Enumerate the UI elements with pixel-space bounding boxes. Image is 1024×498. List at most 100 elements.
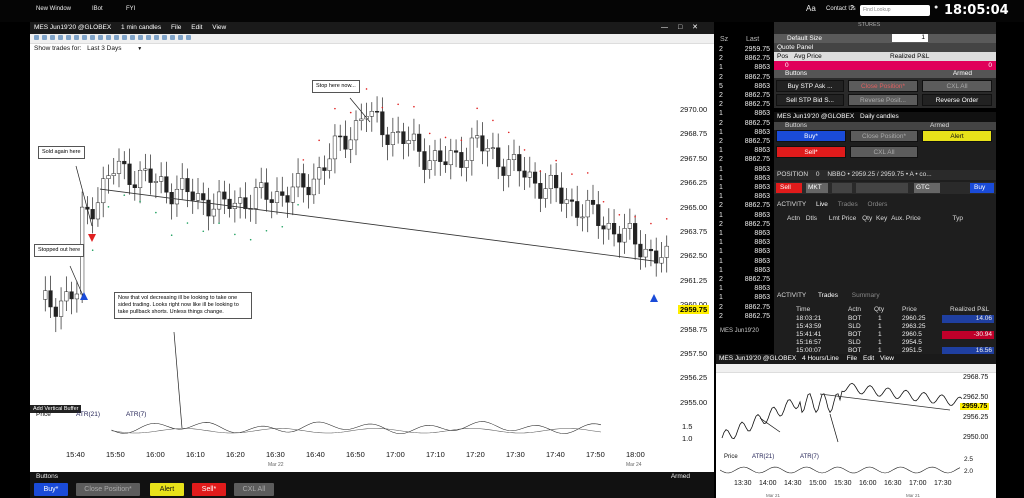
ladder-row[interactable]: 1 8863: [716, 212, 772, 221]
buy-stp-ask-button[interactable]: Buy STP Ask ...: [776, 80, 844, 92]
ladder-row[interactable]: 2 8862.75: [716, 55, 772, 64]
font-size-icon[interactable]: Aa: [806, 4, 816, 13]
text-tool-icon[interactable]: [66, 35, 71, 40]
interval-selector[interactable]: 1 min candles: [121, 24, 161, 31]
menu-view[interactable]: View: [880, 355, 894, 362]
tab-trades[interactable]: Trades: [818, 292, 838, 299]
trade-row[interactable]: 18:03:21 BOT 1 2960.25 14.06: [774, 315, 996, 323]
close-position-button[interactable]: Close Position*: [848, 80, 918, 92]
ladder-row[interactable]: 1 8863: [716, 147, 772, 156]
contract-title[interactable]: MES Jun19'20 @GLOBEX: [719, 355, 796, 362]
fib-tool-icon[interactable]: [82, 35, 87, 40]
ladder-row[interactable]: 1 8863: [716, 175, 772, 184]
cancel-all-button[interactable]: CXL All: [850, 146, 918, 158]
ladder-row[interactable]: 1 8863: [716, 193, 772, 202]
sell-stp-bid-button[interactable]: Sell STP Bid S...: [776, 94, 844, 106]
ladder-row[interactable]: 1 8863: [716, 184, 772, 193]
annotation-stopped-out[interactable]: Stopped out here: [34, 244, 85, 257]
ladder-row[interactable]: 1 8863: [716, 267, 772, 276]
ladder-row[interactable]: 2 8862.75: [716, 74, 772, 83]
expand-icon[interactable]: [138, 35, 143, 40]
studies-icon[interactable]: [98, 35, 103, 40]
order-qty-input[interactable]: [832, 183, 852, 193]
reverse-order-button[interactable]: Reverse Order: [922, 94, 992, 106]
atr21-legend[interactable]: ATR(21): [76, 411, 100, 418]
tif-select[interactable]: GTC: [914, 183, 940, 193]
settings-icon[interactable]: [106, 35, 111, 40]
interval-selector[interactable]: Daily candles: [860, 113, 899, 120]
ladder-row[interactable]: 1 8863: [716, 285, 772, 294]
small-atr-chart[interactable]: [720, 462, 964, 478]
ladder-row[interactable]: 2 8862.75: [716, 92, 772, 101]
ladder-row[interactable]: 1 8863: [716, 230, 772, 239]
layout-icon[interactable]: [146, 35, 151, 40]
ladder-row[interactable]: 1 8863: [716, 64, 772, 73]
sell-button[interactable]: Sell*: [776, 146, 846, 158]
tab-orders[interactable]: Orders: [868, 201, 888, 208]
ladder-row[interactable]: 2 8862.75: [716, 101, 772, 110]
channel-tool-icon[interactable]: [90, 35, 95, 40]
small-atr7-legend[interactable]: ATR(7): [800, 454, 819, 460]
line-tool-icon[interactable]: [58, 35, 63, 40]
buy-button[interactable]: Buy*: [34, 483, 68, 496]
default-size-input[interactable]: 1: [892, 34, 928, 42]
refresh-icon[interactable]: [130, 35, 135, 40]
price-ladder[interactable]: Sz Last MES Jun19'20 2 2959.75 2 8862.75 1 88…: [716, 22, 772, 352]
contract-title[interactable]: MES Jun19'20 @GLOBEX: [34, 24, 111, 31]
annotation-stop-here[interactable]: Stop here now...: [312, 80, 360, 93]
armed-toggle[interactable]: Armed: [930, 122, 949, 129]
trade-row[interactable]: 15:41:41 BOT 1 2960.5 -30.94: [774, 331, 996, 339]
ladder-row[interactable]: 1 8863: [716, 294, 772, 303]
order-price-input[interactable]: [856, 183, 908, 193]
zoom-in-icon[interactable]: [34, 35, 39, 40]
ladder-row[interactable]: 2 8862.75: [716, 202, 772, 211]
undo-icon[interactable]: [178, 35, 183, 40]
help-icon[interactable]: ?: [850, 5, 854, 12]
ladder-row[interactable]: 2 8862.75: [716, 221, 772, 230]
crosshair-icon[interactable]: [50, 35, 55, 40]
small-line-chart[interactable]: [720, 374, 964, 448]
share-icon[interactable]: [170, 35, 175, 40]
new-window-button[interactable]: New Window: [36, 6, 71, 12]
ladder-row[interactable]: 2 8862.75: [716, 156, 772, 165]
tab-live[interactable]: Live: [816, 201, 828, 208]
menu-edit[interactable]: Edit: [191, 24, 202, 31]
menu-edit[interactable]: Edit: [863, 355, 874, 362]
link-icon[interactable]: [122, 35, 127, 40]
fyi-button[interactable]: FYI: [126, 6, 135, 12]
ladder-row[interactable]: 2 8862.75: [716, 313, 772, 322]
print-icon[interactable]: [114, 35, 119, 40]
trade-row[interactable]: 15:43:59 SLD 1 2963.25: [774, 323, 996, 331]
ladder-row[interactable]: 1 8863: [716, 110, 772, 119]
redo-icon[interactable]: [186, 35, 191, 40]
alert-button[interactable]: Alert: [922, 130, 992, 142]
interval-selector[interactable]: 4 Hours/Line: [802, 355, 839, 362]
ibot-button[interactable]: IBot: [92, 6, 103, 12]
reverse-position-button[interactable]: Reverse Posit...: [848, 94, 918, 106]
price-axis[interactable]: 2970.00 2968.75 2967.50 2966.25 2965.00 2963.…: [678, 62, 714, 428]
save-icon[interactable]: [154, 35, 159, 40]
tab-trades[interactable]: Trades: [838, 201, 858, 208]
search-input[interactable]: Find Lookup: [860, 5, 930, 16]
trade-row[interactable]: 15:16:57 SLD 1 2954.5: [774, 339, 996, 347]
quote-panel-tab[interactable]: STURES: [858, 22, 880, 28]
order-side-sell[interactable]: Sell: [776, 183, 802, 193]
atr7-legend[interactable]: ATR(7): [126, 411, 146, 418]
armed-toggle[interactable]: Armed: [671, 473, 690, 480]
show-trades-dropdown[interactable]: Last 3 Days: [87, 45, 121, 52]
ladder-row[interactable]: 2 8862.75: [716, 304, 772, 313]
order-type-select[interactable]: MKT: [806, 183, 828, 193]
arrow-tool-icon[interactable]: [74, 35, 79, 40]
small-atr21-legend[interactable]: ATR(21): [752, 454, 774, 460]
snapshot-icon[interactable]: [162, 35, 167, 40]
tab-summary[interactable]: Summary: [852, 292, 880, 299]
menu-file[interactable]: File: [847, 355, 857, 362]
annotation-sold-again[interactable]: Sold again here: [38, 146, 85, 159]
candlestick-chart[interactable]: [36, 62, 678, 428]
alert-button[interactable]: Alert: [150, 483, 184, 496]
close-position-button[interactable]: Close Position*: [76, 483, 140, 496]
ladder-row[interactable]: 2 8862.75: [716, 138, 772, 147]
order-side-buy[interactable]: Buy: [970, 183, 994, 193]
ladder-row[interactable]: 2 2959.75: [716, 46, 772, 55]
close-position-button[interactable]: Close Position*: [850, 130, 918, 142]
